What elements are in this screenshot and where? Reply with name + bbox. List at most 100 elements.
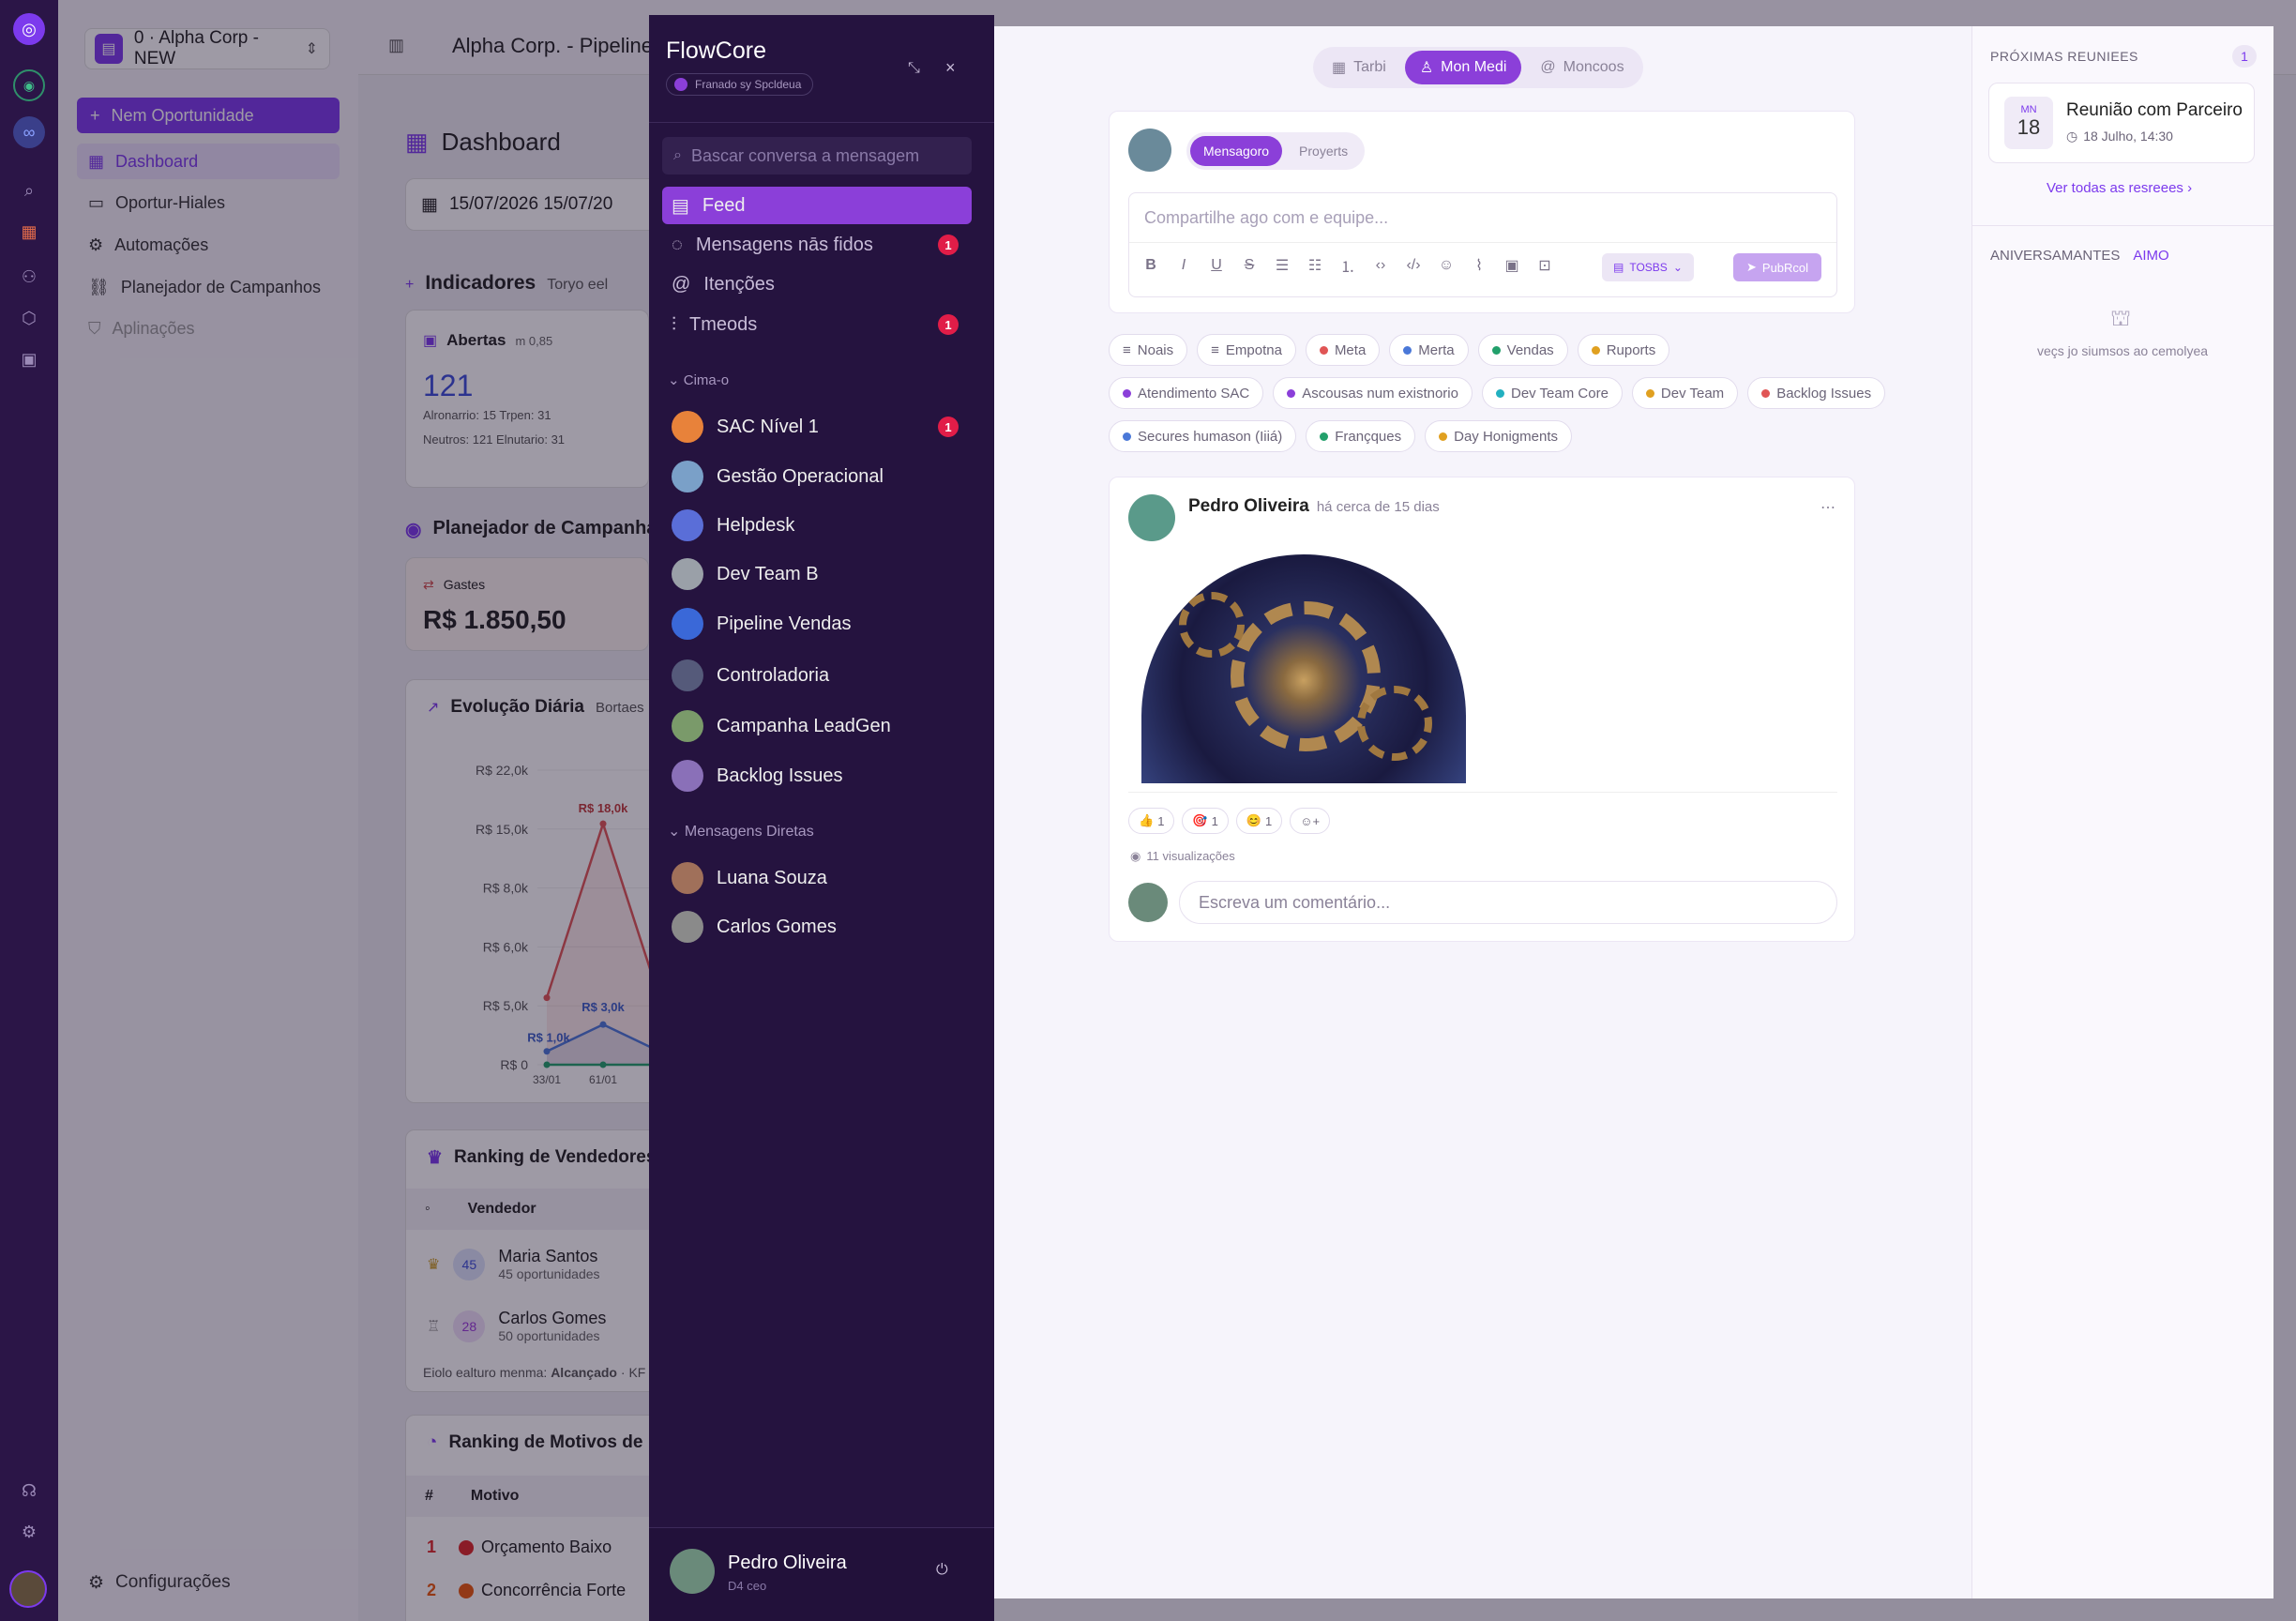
tag-filter[interactable]: Ascousas num existnorio [1273,377,1473,409]
chevron-right-icon: › [2187,180,2193,196]
avatar [1128,129,1171,172]
composer-tab-message[interactable]: Mensagoro [1190,136,1283,166]
channel-item[interactable]: Controladoria [662,655,972,696]
dm-header[interactable]: ⌄ Mensagens Diretas [668,822,814,841]
tag-dot [1123,432,1131,441]
tab-my-feed[interactable]: ♙ Mon Medi [1404,51,1522,84]
channel-avatar [672,411,703,443]
gif-icon[interactable]: ⊡ [1534,255,1555,276]
channel-avatar [672,710,703,742]
search-input[interactable]: ⌕ Bascar conversa a mensagem [662,137,972,174]
tag-filter[interactable]: ≡ Noais [1109,334,1188,366]
channel-item[interactable]: Campanha LeadGen [662,705,972,747]
image-icon[interactable]: ▣ [1502,255,1522,276]
dm-name: Luana Souza [717,867,827,888]
menu-unread-messages[interactable]: ◌ Mensagens nās fidos 1 [662,224,972,265]
minimize-icon[interactable]: ⤡ [908,60,920,77]
status-icon[interactable]: ◉ [13,69,45,101]
checklist-icon[interactable]: ☷ [1305,255,1325,276]
app-logo-icon[interactable]: ◎ [13,13,45,45]
tag-filter[interactable]: Ruports [1577,334,1670,366]
tag-filter[interactable]: Dev Team Core [1481,377,1623,409]
avatar[interactable] [1128,494,1175,541]
tag-filter[interactable]: Merta [1389,334,1469,366]
grid-icon[interactable]: ▦ [13,216,45,248]
menu-mentions[interactable]: @ Itenções [662,264,972,305]
tag-filter[interactable]: Day Honigments [1425,420,1572,452]
channel-item[interactable]: Helpdesk [662,505,972,546]
channels-header-label: Cima-o [683,372,730,388]
power-icon[interactable]: ⏻ [936,1562,948,1579]
more-icon[interactable]: ⋯ [1820,498,1835,517]
avatar[interactable] [9,1570,47,1608]
tag-label: Dev Team Core [1510,385,1609,401]
tag-filter[interactable]: ≡ Empotna [1197,334,1296,366]
avatar[interactable] [670,1549,715,1594]
users-icon[interactable]: ⚇ [13,261,45,293]
attach-icon[interactable]: ⌇ [1469,255,1489,276]
channels-header[interactable]: ⌄ Cima-o [668,371,729,388]
tag-filter[interactable]: Vendas [1477,334,1568,366]
search-icon[interactable]: ⌕ [13,174,45,206]
reaction[interactable]: 😊 1 [1235,808,1283,834]
channel-item[interactable]: Dev Team B [662,553,972,595]
dm-item[interactable]: Carlos Gomes [662,906,972,947]
visibility-select[interactable]: ▤ TOSBS ⌄ [1602,253,1694,281]
channel-item[interactable]: Gestão Operacional [662,456,972,497]
channel-name: Backlog Issues [717,765,843,786]
dm-name: Carlos Gomes [717,916,837,937]
bold-icon[interactable]: B [1140,255,1161,276]
cube-icon[interactable]: ⬡ [13,302,45,334]
dm-item[interactable]: Luana Souza [662,857,972,899]
channel-item[interactable]: Backlog Issues [662,755,972,796]
tab-calendar[interactable]: ▦ Tarbi [1317,51,1401,84]
strike-icon[interactable]: S [1239,255,1260,276]
feed-tabs: ▦ Tarbi ♙ Mon Medi @ Moncoos [1313,47,1643,88]
code-block-icon[interactable]: ‹/› [1403,255,1424,276]
add-reaction-button[interactable]: ☺+ [1290,808,1331,834]
user-status: D4 ceo [728,1579,767,1593]
emoji-icon[interactable]: ☺ [1436,255,1457,276]
bullet-list-icon[interactable]: ☰ [1272,255,1292,276]
tab-label: Tarbi [1353,59,1386,75]
tab-mentions[interactable]: @ Moncoos [1525,51,1639,84]
code-icon[interactable]: ‹› [1370,255,1391,276]
underline-icon[interactable]: U [1206,255,1227,276]
tag-filter[interactable]: Françques [1306,420,1416,452]
numbered-list-icon[interactable]: ⒈ [1337,255,1358,276]
headset-icon[interactable]: ☊ [13,1475,45,1507]
reaction[interactable]: 🎯 1 [1182,808,1229,834]
tag-dot [1123,388,1131,398]
see-all-meetings-link[interactable]: Ver todas as resreees › [2047,180,2192,196]
link-icon[interactable]: ∞ [13,116,45,148]
composer-box[interactable]: Compartilhe ago com e equipe... B I U S … [1128,192,1837,297]
post-image[interactable] [1141,554,1466,783]
channel-item[interactable]: Pipeline Vendas [662,603,972,644]
post-card: Pedro Oliveira há cerca de 15 dias ⋯ 👍 1 🎯… [1109,477,1855,942]
menu-feed[interactable]: ▤ Feed [662,187,972,224]
menu-threads[interactable]: ⫶ Tmeods 1 [662,304,972,345]
post-author[interactable]: Pedro Oliveira [1188,496,1309,517]
tag-filter[interactable]: Meta [1305,334,1381,366]
channel-item[interactable]: SAC Nível 1 1 [662,406,972,447]
tag-filter[interactable]: Backlog Issues [1747,377,1886,409]
list-icon: ≡ [1123,341,1131,358]
tag-filter[interactable]: Dev Team [1631,377,1739,409]
publish-button[interactable]: ➤ PubRcol [1733,253,1822,281]
list-icon: ≡ [1211,341,1219,358]
tag-filter[interactable]: Secures humason (Iiiá) [1109,420,1297,452]
chevron-down-icon: ⌄ [668,824,685,840]
meeting-day: 18 [2017,115,2041,139]
tag-filter[interactable]: Atendimento SAC [1109,377,1264,409]
birthdays-tab[interactable]: AIMO [2133,248,2168,264]
views-text: 11 visualizações [1146,849,1235,863]
reaction[interactable]: 👍 1 [1128,808,1175,834]
composer-tab-projects[interactable]: Proyerts [1286,136,1361,166]
gear-icon[interactable]: ⚙ [13,1516,45,1548]
italic-icon[interactable]: I [1173,255,1194,276]
message-icon[interactable]: ▣ [13,343,45,375]
close-icon[interactable]: × [945,58,956,78]
comment-input[interactable]: Escreva um comentário... [1179,881,1837,924]
at-icon: @ [1540,59,1556,75]
meeting-card[interactable]: MN 18 Reunião com Parceiro ◷ 18 Julho, 14… [1988,83,2255,163]
